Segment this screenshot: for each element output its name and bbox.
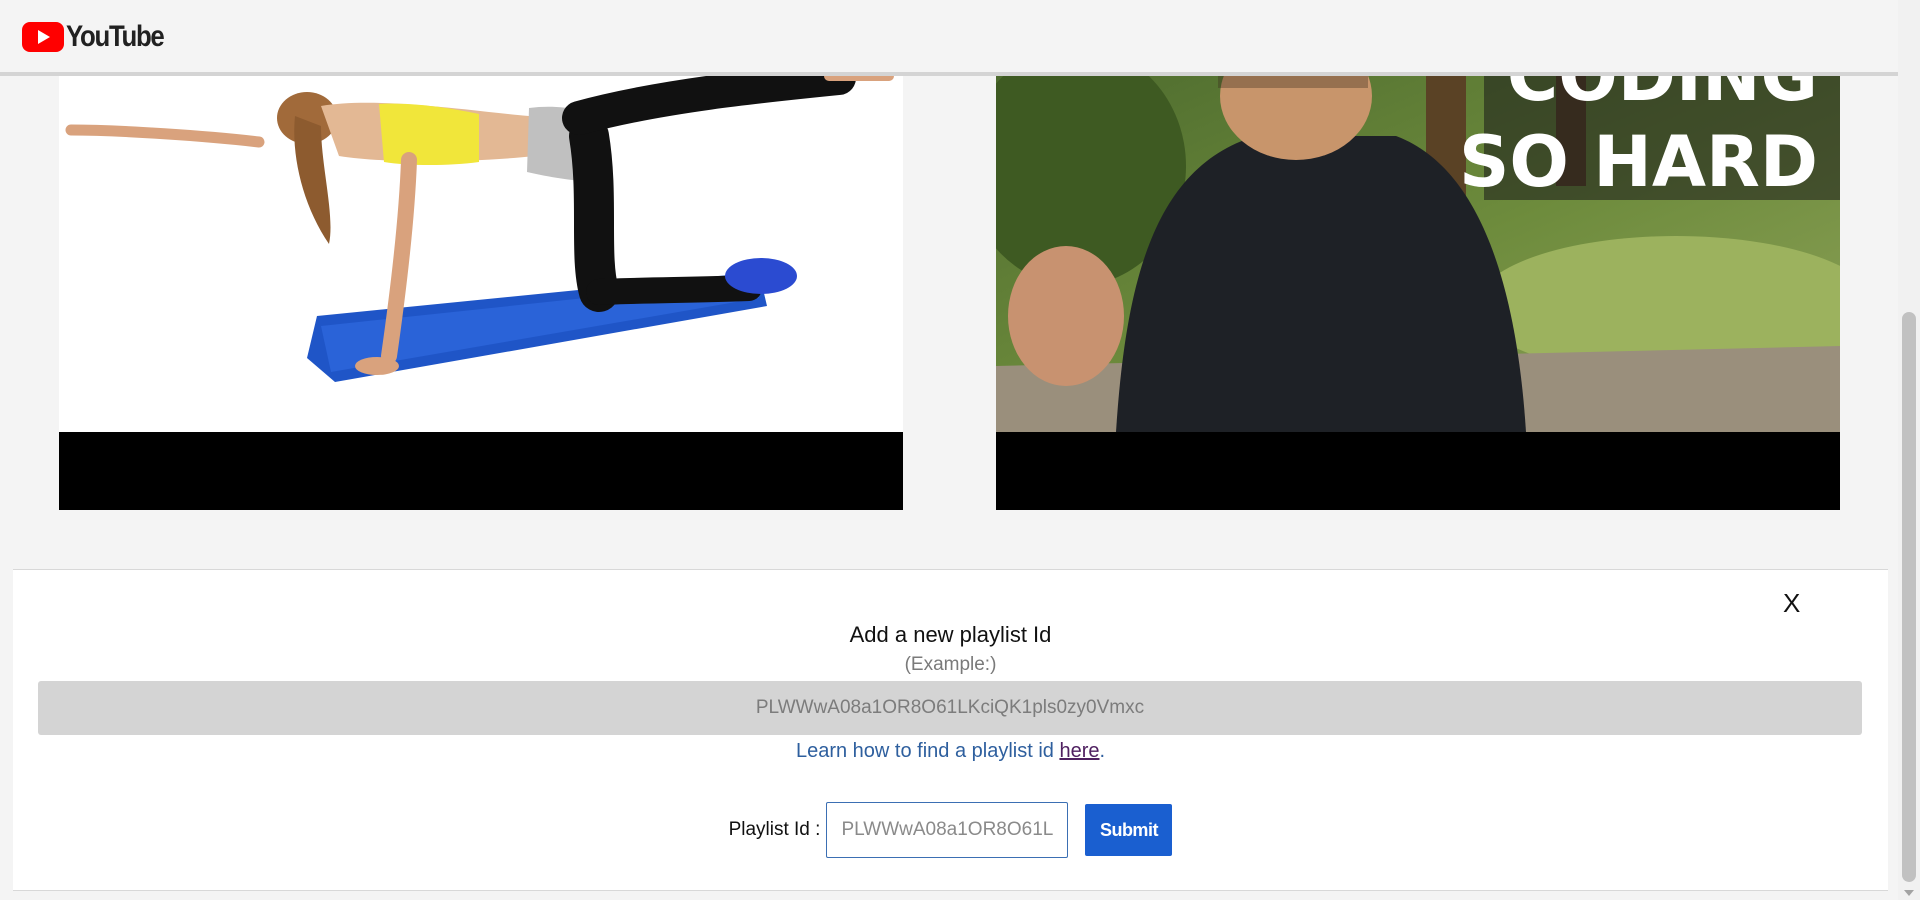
learn-suffix: . (1099, 740, 1106, 762)
example-label: (Example:) (904, 654, 997, 675)
learn-here-link[interactable]: here (1059, 740, 1099, 762)
logo-text: YouTube (66, 20, 165, 53)
youtube-logo[interactable]: YouTube (22, 20, 179, 54)
playlist-id-label: Playlist Id : (728, 819, 821, 840)
example-playlist-id: PLWWwA08a1OR8O61LKciQK1pls0zy0Vmxc (38, 681, 1862, 735)
thumbnail-overlay-line1: CODING (1507, 76, 1818, 117)
coding-image: CODING SO HARD (996, 76, 1840, 510)
playlist-form: Playlist Id : Submit (13, 802, 1888, 858)
panel-title: Add a new playlist Id (849, 622, 1052, 647)
exercise-image (59, 76, 903, 510)
scroll-down-arrow-icon[interactable] (1904, 890, 1914, 896)
exercise-thumbnail[interactable] (59, 76, 903, 510)
close-button[interactable]: X (1783, 588, 1800, 619)
learn-text: Learn how to find a playlist id (795, 740, 1060, 762)
top-header: YouTube (0, 0, 1898, 76)
learn-how-text: Learn how to find a playlist id here. (13, 740, 1888, 763)
thumbnail-overlay-line2: SO HARD (1459, 121, 1818, 203)
playlist-id-input[interactable] (826, 802, 1069, 858)
youtube-play-icon (22, 22, 64, 52)
coding-thumbnail[interactable]: CODING SO HARD (996, 76, 1840, 510)
submit-button[interactable]: Submit (1085, 804, 1173, 856)
add-playlist-panel: X Add a new playlist Id (Example:) PLWWw… (13, 569, 1888, 891)
vertical-scrollbar[interactable] (1898, 0, 1920, 900)
scrollbar-thumb[interactable] (1902, 312, 1916, 882)
page: YouTube CODING SO HARD X Add a new playl… (0, 0, 1920, 900)
